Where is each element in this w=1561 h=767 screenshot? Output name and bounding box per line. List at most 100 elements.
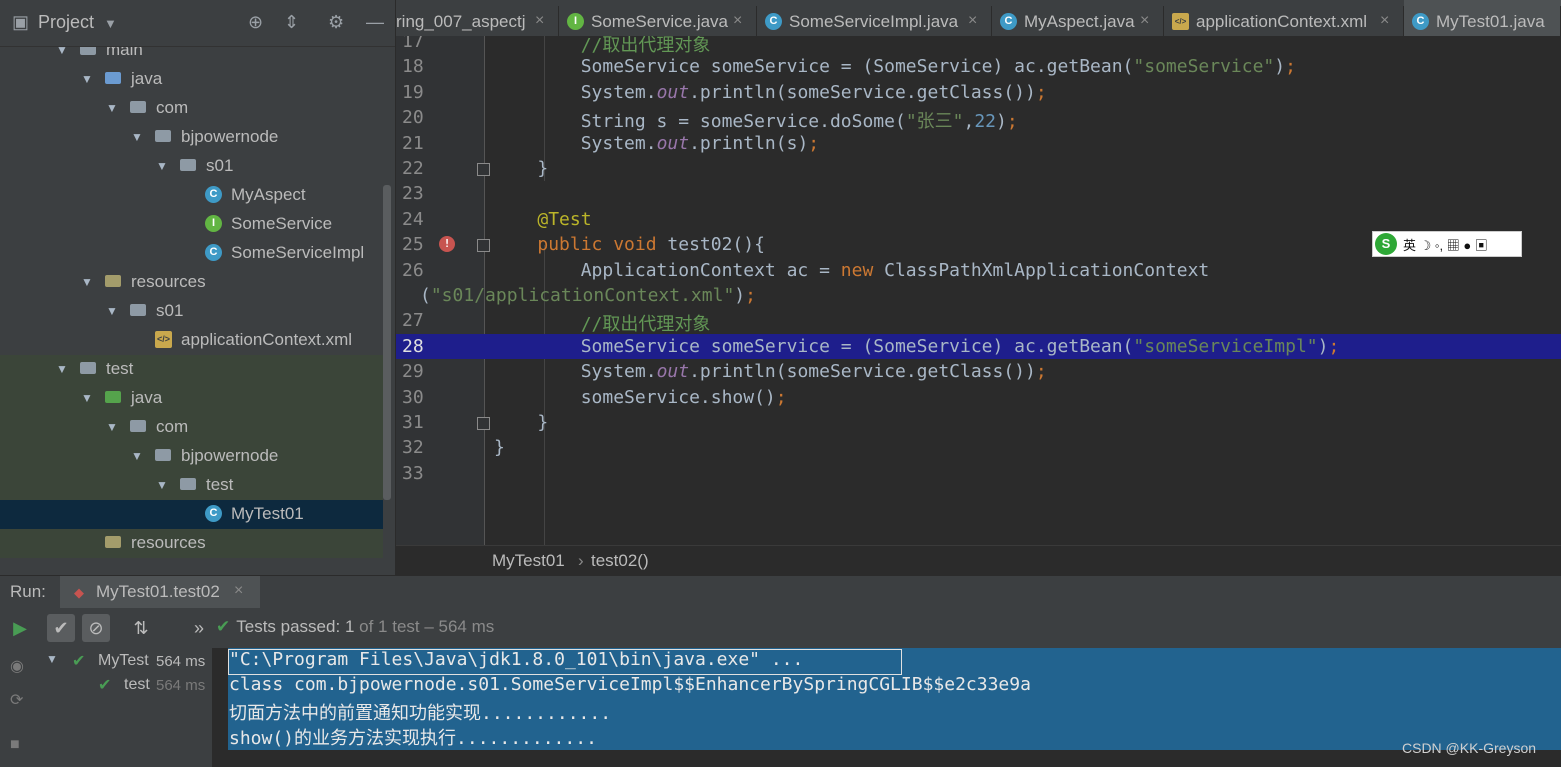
line-number[interactable]: 24 [402, 209, 436, 230]
expand-arrow-icon[interactable]: ▼ [106, 420, 118, 434]
code-line[interactable]: 29 System.out.println(someService.getCla… [396, 359, 1561, 384]
toggle-autotest-icon[interactable]: ⟳ [10, 690, 23, 710]
line-number[interactable]: 28 [402, 336, 436, 357]
tree-node-test[interactable]: ▼ test [0, 471, 383, 500]
tree-node-com[interactable]: ▼ com [0, 94, 383, 123]
expand-arrow-icon[interactable]: ▼ [156, 478, 168, 492]
expand-arrow-icon[interactable]: ▼ [56, 362, 68, 376]
fold-marker-icon[interactable] [477, 239, 490, 253]
code-line[interactable]: 19 System.out.println(someService.getCla… [396, 80, 1561, 105]
line-number[interactable]: 17 [402, 36, 436, 52]
tree-node-s01[interactable]: ▼ s01 [0, 152, 383, 181]
expand-arrow-icon[interactable]: ▼ [81, 72, 93, 86]
test-node[interactable]: ▼ ✔ MyTest 564 ms [40, 650, 212, 674]
gear-icon[interactable]: ⚙ [328, 12, 344, 33]
tree-node-bjpowernode[interactable]: ▼ bjpowernode [0, 123, 383, 152]
code-line[interactable]: 22 } [396, 156, 1561, 181]
run-tab[interactable]: ◆ MyTest01.test02 × [60, 576, 260, 609]
expand-arrow-icon[interactable]: ▼ [156, 159, 168, 173]
code-line[interactable]: 33 [396, 461, 1561, 486]
line-number[interactable]: 33 [402, 463, 436, 484]
code-line[interactable]: ("s01/applicationContext.xml"); [396, 283, 1561, 308]
code-line[interactable]: 17 //取出代理对象 [396, 36, 1561, 56]
line-number[interactable]: 31 [402, 412, 436, 433]
close-icon[interactable]: × [535, 12, 544, 30]
code-line[interactable]: 27 //取出代理对象 [396, 308, 1561, 335]
line-number[interactable]: 18 [402, 56, 436, 77]
expand-arrow-icon[interactable]: ▼ [46, 652, 58, 666]
tree-node-com[interactable]: ▼ com [0, 413, 383, 442]
code-line[interactable]: 20 String s = someService.doSome("张三",22… [396, 105, 1561, 132]
tree-node-resources[interactable]: resources [0, 529, 383, 558]
chevron-down-icon[interactable]: ▼ [104, 16, 117, 31]
line-number[interactable]: 20 [402, 107, 436, 128]
debug-icon[interactable]: ◉ [10, 656, 24, 676]
close-icon[interactable]: × [733, 12, 742, 30]
tree-node-applicationcontext-xml[interactable]: </> applicationContext.xml [0, 326, 383, 355]
close-icon[interactable]: × [234, 582, 243, 600]
code-line[interactable]: 21 System.out.println(s); [396, 131, 1561, 156]
stop-icon[interactable]: ■ [10, 736, 20, 754]
tree-node-java[interactable]: ▼ java [0, 65, 383, 94]
line-number[interactable]: 32 [402, 437, 436, 458]
expand-arrow-icon[interactable]: ▼ [81, 391, 93, 405]
tree-node-test[interactable]: ▼ test [0, 355, 383, 384]
close-icon[interactable]: × [968, 12, 977, 30]
tree-node-mytest01[interactable]: C MyTest01 [0, 500, 383, 529]
line-number[interactable]: 26 [402, 260, 436, 281]
line-number[interactable]: 30 [402, 387, 436, 408]
show-ignored-icon[interactable]: ⊘ [82, 614, 110, 642]
close-icon[interactable]: × [1140, 12, 1149, 30]
test-node[interactable]: ✔ test 564 ms [40, 674, 212, 698]
expand-arrow-icon[interactable]: ▼ [106, 101, 118, 115]
line-number[interactable]: 23 [402, 183, 436, 204]
code-line[interactable]: 30 someService.show(); [396, 385, 1561, 410]
line-number[interactable]: 29 [402, 361, 436, 382]
code-line[interactable]: 18 SomeService someService = (SomeServic… [396, 54, 1561, 79]
code-line[interactable]: 32} [396, 435, 1561, 460]
locate-icon[interactable]: ⊕ [248, 12, 263, 33]
code-editor[interactable]: 17 //取出代理对象 18 SomeService someService = … [396, 36, 1561, 545]
project-scrollbar[interactable] [383, 185, 391, 500]
tree-node-someservice[interactable]: I SomeService [0, 210, 383, 239]
collapse-all-icon[interactable]: ⇕ [284, 12, 299, 33]
more-icon[interactable]: » [185, 614, 213, 642]
expand-arrow-icon[interactable]: ▼ [131, 130, 143, 144]
code-line[interactable]: 23 [396, 181, 1561, 206]
line-number[interactable]: 21 [402, 133, 436, 154]
code-line[interactable]: 28 SomeService someService = (SomeServic… [396, 333, 1561, 359]
fold-marker-icon[interactable] [477, 163, 490, 176]
rerun-icon[interactable]: ▶ [6, 614, 34, 642]
close-icon[interactable]: × [1380, 12, 1389, 30]
tree-node-java[interactable]: ▼ java [0, 384, 383, 413]
folder-icon [105, 536, 121, 548]
tree-node-resources[interactable]: ▼ resources [0, 268, 383, 297]
show-passed-icon[interactable]: ✔ [47, 614, 75, 642]
code-line[interactable]: 26 ApplicationContext ac = new ClassPath… [396, 258, 1561, 283]
console-line: "C:\Program Files\Java\jdk1.8.0_101\bin\… [229, 649, 804, 670]
tree-node-s01[interactable]: ▼ s01 [0, 297, 383, 326]
hide-panel-icon[interactable]: — [366, 12, 384, 33]
line-number[interactable]: 25 [402, 234, 436, 255]
sort-alpha-icon[interactable]: ⇅ [127, 614, 155, 642]
project-view-icon[interactable]: ▣ [12, 12, 29, 33]
run-test-gutter-icon[interactable]: ! [439, 236, 455, 253]
ime-toolbar[interactable]: S 英 ☽ ◦, ▦ ● ▣ [1372, 231, 1522, 257]
project-tree-overflow [0, 558, 395, 575]
tree-node-myaspect[interactable]: C MyAspect [0, 181, 383, 210]
expand-arrow-icon[interactable]: ▼ [106, 304, 118, 318]
breadcrumb-method[interactable]: test02() [591, 551, 649, 571]
code-line[interactable]: 31 } [396, 410, 1561, 435]
line-number[interactable]: 27 [402, 310, 436, 331]
tree-node-bjpowernode[interactable]: ▼ bjpowernode [0, 442, 383, 471]
line-number[interactable]: 19 [402, 82, 436, 103]
expand-arrow-icon[interactable]: ▼ [131, 449, 143, 463]
line-number[interactable]: 22 [402, 158, 436, 179]
console-output[interactable]: "C:\Program Files\Java\jdk1.8.0_101\bin\… [212, 648, 1561, 767]
tree-node-someserviceimpl[interactable]: C SomeServiceImpl [0, 239, 383, 268]
fold-marker-icon[interactable] [477, 417, 490, 430]
project-title[interactable]: Project [38, 12, 94, 33]
breadcrumb-class[interactable]: MyTest01 [492, 551, 565, 571]
code-line[interactable]: 24 @Test [396, 207, 1561, 232]
expand-arrow-icon[interactable]: ▼ [81, 275, 93, 289]
